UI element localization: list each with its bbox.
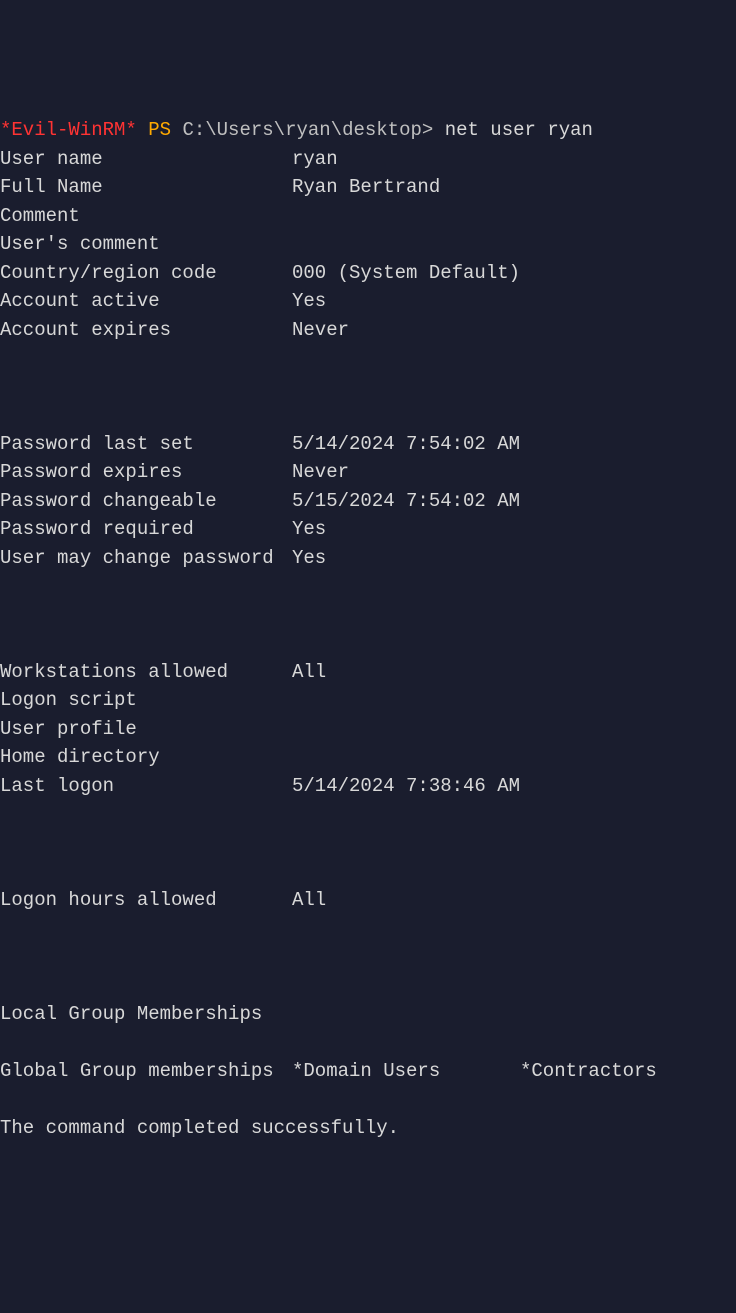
info-block-1: User nameryanFull NameRyan BertrandComme… [0, 145, 736, 345]
info-row: Password requiredYes [0, 515, 736, 544]
info-row: User profile [0, 715, 736, 744]
command-text: net user ryan [445, 119, 593, 141]
info-value: All [292, 658, 326, 687]
terminal-output[interactable]: *Evil-WinRM* PS C:\Users\ryan\desktop> n… [0, 116, 736, 1171]
info-value: ryan [292, 145, 338, 174]
info-label: Password required [0, 515, 292, 544]
info-value: Yes [292, 287, 326, 316]
prompt-path: C:\Users\ryan\desktop> [182, 119, 433, 141]
info-label: Password expires [0, 458, 292, 487]
info-label: User profile [0, 715, 292, 744]
info-value: Never [292, 316, 349, 345]
blank-line [0, 829, 736, 858]
final-message: The command completed successfully. [0, 1114, 736, 1143]
prompt-line: *Evil-WinRM* PS C:\Users\ryan\desktop> n… [0, 119, 593, 141]
blank-line [0, 601, 736, 630]
info-block-3: Workstations allowedAllLogon scriptUser … [0, 658, 736, 801]
info-label: User may change password [0, 544, 292, 573]
info-value: 000 (System Default) [292, 259, 520, 288]
local-group-row: Local Group Memberships [0, 1000, 736, 1029]
info-value: Ryan Bertrand [292, 173, 440, 202]
info-row: Home directory [0, 743, 736, 772]
info-value: Yes [292, 515, 326, 544]
info-label: User name [0, 145, 292, 174]
info-label: Workstations allowed [0, 658, 292, 687]
info-row: Full NameRyan Bertrand [0, 173, 736, 202]
info-row: Comment [0, 202, 736, 231]
global-group-row: Global Group memberships*Domain Users*Co… [0, 1057, 736, 1086]
global-group-value-1: *Domain Users [292, 1057, 520, 1086]
info-label: User's comment [0, 230, 292, 259]
blank-line [0, 943, 736, 972]
info-label: Last logon [0, 772, 292, 801]
info-label: Account expires [0, 316, 292, 345]
info-row: Last logon5/14/2024 7:38:46 AM [0, 772, 736, 801]
info-row: User's comment [0, 230, 736, 259]
info-label: Password last set [0, 430, 292, 459]
info-value: All [292, 886, 326, 915]
info-row: User may change passwordYes [0, 544, 736, 573]
info-row: Logon script [0, 686, 736, 715]
info-row: Account activeYes [0, 287, 736, 316]
info-row: Country/region code000 (System Default) [0, 259, 736, 288]
info-label: Country/region code [0, 259, 292, 288]
info-row: Account expiresNever [0, 316, 736, 345]
global-group-label: Global Group memberships [0, 1057, 292, 1086]
info-label: Logon hours allowed [0, 886, 292, 915]
info-label: Comment [0, 202, 292, 231]
info-label: Password changeable [0, 487, 292, 516]
global-group-value-2: *Contractors [520, 1057, 657, 1086]
info-value: 5/15/2024 7:54:02 AM [292, 487, 520, 516]
info-value: Yes [292, 544, 326, 573]
info-row: Logon hours allowedAll [0, 886, 736, 915]
info-label: Logon script [0, 686, 292, 715]
info-row: Workstations allowedAll [0, 658, 736, 687]
info-value: 5/14/2024 7:38:46 AM [292, 772, 520, 801]
blank-line [0, 373, 736, 402]
local-group-label: Local Group Memberships [0, 1000, 292, 1029]
info-row: Password expiresNever [0, 458, 736, 487]
prompt-ps: PS [148, 119, 171, 141]
info-value: Never [292, 458, 349, 487]
info-label: Account active [0, 287, 292, 316]
prompt-prefix: *Evil-WinRM* [0, 119, 137, 141]
info-block-4: Logon hours allowedAll [0, 886, 736, 915]
info-label: Home directory [0, 743, 292, 772]
info-row: User nameryan [0, 145, 736, 174]
info-value: 5/14/2024 7:54:02 AM [292, 430, 520, 459]
info-block-2: Password last set5/14/2024 7:54:02 AMPas… [0, 430, 736, 573]
info-row: Password changeable5/15/2024 7:54:02 AM [0, 487, 736, 516]
info-row: Password last set5/14/2024 7:54:02 AM [0, 430, 736, 459]
info-label: Full Name [0, 173, 292, 202]
